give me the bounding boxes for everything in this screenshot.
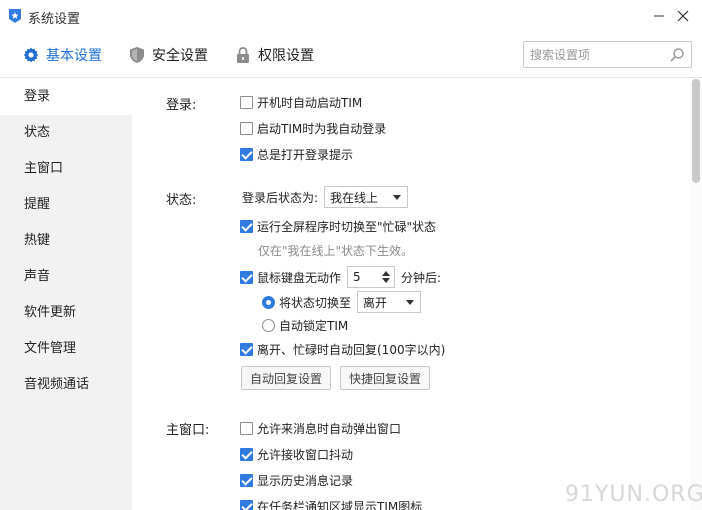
sidebar-item-login[interactable]: 登录 — [0, 79, 132, 115]
after-login-status-label: 登录后状态为: — [242, 190, 319, 205]
option-label: 开机时自动启动TIM — [257, 95, 363, 110]
scrollbar-thumb[interactable] — [692, 79, 700, 183]
tab-security-settings[interactable]: 安全设置 — [128, 44, 208, 66]
checkbox[interactable] — [240, 95, 253, 109]
lock-icon — [234, 46, 252, 64]
option-tray-icon[interactable]: 在任务栏通知区域显示TIM图标 — [240, 497, 422, 510]
option-history[interactable]: 显示历史消息记录 — [240, 471, 353, 489]
sidebar-item-main-window[interactable]: 主窗口 — [0, 151, 132, 187]
minimize-icon — [654, 15, 664, 17]
checkbox-checked[interactable] — [240, 499, 253, 510]
search-box[interactable] — [523, 41, 692, 68]
select-value: 离开 — [363, 295, 388, 310]
tab-permission-settings[interactable]: 权限设置 — [234, 44, 314, 66]
sidebar-item-status[interactable]: 状态 — [0, 115, 132, 151]
title-bar: 系统设置 — [0, 0, 702, 32]
option-auto-lock[interactable]: 自动锁定TIM — [262, 316, 348, 334]
checkbox[interactable] — [240, 121, 253, 135]
select-value: 我在线上 — [330, 190, 379, 205]
option-label: 运行全屏程序时切换至"忙碌"状态 — [257, 219, 437, 234]
option-label: 允许接收窗口抖动 — [257, 447, 354, 462]
option-label: 显示历史消息记录 — [257, 473, 354, 488]
auto-reply-settings-button[interactable]: 自动回复设置 — [241, 366, 331, 390]
app-logo-icon — [9, 9, 21, 23]
chevron-down-icon — [406, 300, 415, 305]
option-fullscreen-busy[interactable]: 运行全屏程序时切换至"忙碌"状态 — [240, 217, 436, 235]
option-switch-status: 将状态切换至 离开 — [262, 291, 422, 313]
stepper-up-icon[interactable] — [382, 271, 391, 276]
section-label-main-window: 主窗口: — [166, 423, 210, 438]
search-icon[interactable] — [669, 47, 685, 63]
option-popup-window[interactable]: 允许来消息时自动弹出窗口 — [240, 419, 401, 437]
option-login-tip[interactable]: 总是打开登录提示 — [240, 145, 353, 163]
checkbox-checked[interactable] — [240, 147, 253, 161]
close-button[interactable] — [672, 6, 694, 26]
settings-sidebar: 登录 状态 主窗口 提醒 热键 声音 软件更新 文件管理 音视频通话 — [0, 79, 132, 510]
sidebar-item-av-call[interactable]: 音视频通话 — [0, 367, 132, 403]
radio-selected[interactable] — [262, 295, 275, 309]
idle-minutes-stepper[interactable]: 5 — [347, 266, 396, 288]
option-label: 允许来消息时自动弹出窗口 — [257, 421, 402, 436]
option-auto-reply[interactable]: 离开、忙碌时自动回复(100字以内) — [240, 340, 445, 358]
option-label: 在任务栏通知区域显示TIM图标 — [257, 499, 423, 510]
option-label: 鼠标键盘无动作 — [257, 270, 342, 285]
after-login-status-select[interactable]: 我在线上 — [324, 186, 409, 208]
radio[interactable] — [262, 318, 275, 332]
sidebar-item-sound[interactable]: 声音 — [0, 259, 132, 295]
fullscreen-hint: 仅在"我在线上"状态下生效。 — [258, 244, 414, 258]
sidebar-item-software-update[interactable]: 软件更新 — [0, 295, 132, 331]
window-title: 系统设置 — [28, 12, 81, 27]
quick-reply-settings-button[interactable]: 快捷回复设置 — [340, 366, 430, 390]
gear-icon — [22, 46, 40, 64]
tab-label: 安全设置 — [152, 48, 208, 64]
option-label: 总是打开登录提示 — [257, 147, 354, 162]
stepper-down-icon[interactable] — [382, 278, 391, 283]
checkbox-checked[interactable] — [240, 219, 253, 233]
option-label: 自动锁定TIM — [279, 318, 349, 333]
sidebar-item-hotkey[interactable]: 热键 — [0, 223, 132, 259]
checkbox-checked[interactable] — [240, 447, 253, 461]
checkbox-checked[interactable] — [240, 342, 253, 356]
section-label-login: 登录: — [166, 98, 197, 113]
shield-icon — [128, 46, 146, 64]
option-window-shake[interactable]: 允许接收窗口抖动 — [240, 445, 353, 463]
watermark: 91YUN.ORG — [565, 482, 702, 507]
checkbox[interactable] — [240, 421, 253, 435]
option-label: 启动TIM时为我自动登录 — [257, 121, 387, 136]
tab-basic-settings[interactable]: 基本设置 — [22, 44, 102, 66]
stepper-value: 5 — [353, 270, 361, 284]
tab-label: 权限设置 — [258, 48, 314, 64]
after-login-status-row: 登录后状态为: 我在线上 — [242, 186, 409, 208]
switch-status-select[interactable]: 离开 — [357, 291, 422, 313]
option-label: 将状态切换至 — [279, 295, 352, 310]
option-auto-login[interactable]: 启动TIM时为我自动登录 — [240, 119, 386, 137]
sidebar-item-reminder[interactable]: 提醒 — [0, 187, 132, 223]
sidebar-item-file-management[interactable]: 文件管理 — [0, 331, 132, 367]
option-label: 离开、忙碌时自动回复(100字以内) — [257, 342, 446, 357]
search-input[interactable] — [530, 46, 665, 64]
chevron-down-icon — [393, 195, 402, 200]
close-icon — [677, 10, 689, 22]
section-label-status: 状态: — [166, 193, 197, 208]
tab-label: 基本设置 — [46, 48, 102, 64]
option-idle: 鼠标键盘无动作 5 分钟后: — [240, 265, 441, 289]
checkbox-checked[interactable] — [240, 473, 253, 487]
checkbox-checked[interactable] — [240, 270, 253, 284]
option-auto-start[interactable]: 开机时自动启动TIM — [240, 93, 362, 111]
idle-suffix-label: 分钟后: — [401, 270, 442, 285]
settings-content: 登录: 开机时自动启动TIM 启动TIM时为我自动登录 总是打开登录提示 状态:… — [132, 79, 690, 510]
minimize-button[interactable] — [648, 6, 670, 26]
